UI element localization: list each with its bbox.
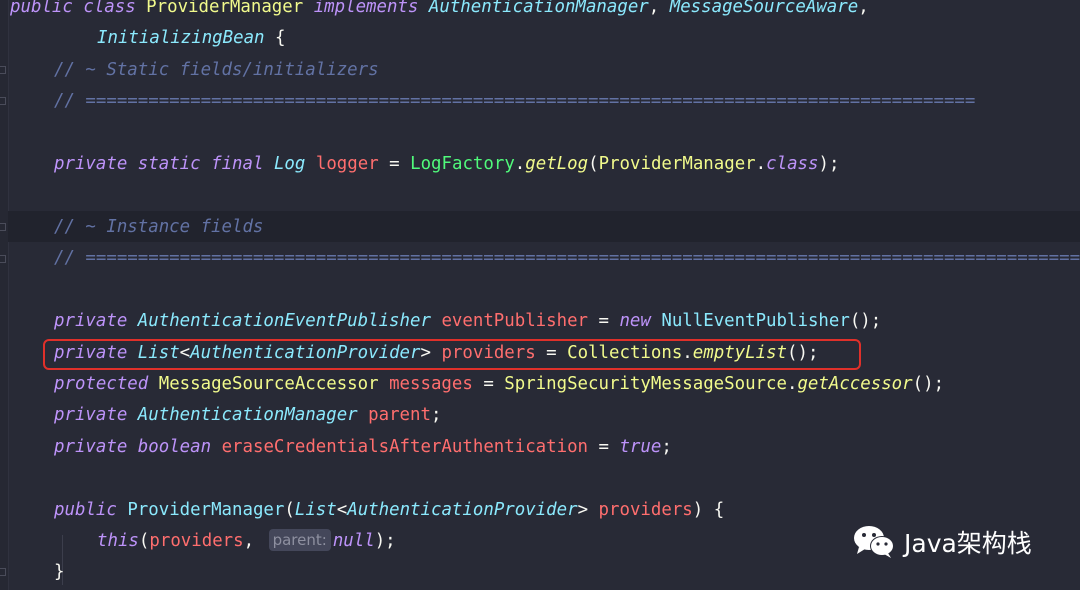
code-line-comment[interactable]: // ~ Static fields/initializers	[54, 55, 379, 86]
operator: =	[378, 154, 411, 174]
field-name: eventPublisher	[441, 311, 589, 331]
field-name: messages	[389, 374, 473, 394]
punctuation: ;	[430, 405, 442, 425]
watermark: Java架构栈	[852, 522, 1032, 562]
operator: =	[472, 374, 505, 394]
punctuation: );	[374, 531, 396, 551]
keyword-private: private	[54, 437, 128, 457]
highlight-box	[43, 339, 861, 370]
parameter-name: providers	[598, 500, 693, 520]
argument: providers	[149, 531, 244, 551]
operator: =	[588, 437, 620, 457]
class-reference: NullEventPublisher	[661, 311, 850, 331]
punctuation: {	[264, 28, 286, 48]
keyword-public: public	[54, 500, 117, 520]
keyword-class: class	[766, 154, 819, 174]
class-reference: ProviderManager	[598, 154, 756, 174]
punctuation: (	[138, 531, 150, 551]
code-line-event-publisher-field[interactable]: private AuthenticationEventPublisher eve…	[54, 306, 881, 337]
class-reference: SpringSecurityMessageSource	[504, 374, 787, 394]
punctuation: >	[577, 500, 589, 520]
code-line-logger-field[interactable]: private static final Log logger = LogFac…	[54, 149, 839, 180]
code-editor[interactable]: public class ProviderManager implements …	[0, 0, 1080, 590]
comment: // =====================================…	[54, 91, 976, 111]
punctuation: ,	[858, 0, 869, 17]
keyword-protected: protected	[54, 374, 149, 394]
code-line-constructor[interactable]: public ProviderManager(List<Authenticati…	[54, 495, 724, 526]
watermark-text: Java架构栈	[904, 529, 1032, 558]
parameter-hint: parent:	[268, 529, 331, 551]
generic-type: AuthenticationProvider	[347, 500, 578, 520]
punctuation: ,	[648, 0, 670, 17]
code-line-erase-credentials-field[interactable]: private boolean eraseCredentialsAfterAut…	[54, 432, 672, 463]
interface-name: MessageSourceAware	[669, 0, 859, 17]
punctuation: ;	[661, 437, 672, 457]
keyword-implements: implements	[313, 0, 419, 17]
punctuation: (	[284, 500, 295, 520]
operator: =	[588, 311, 620, 331]
constructor-name: ProviderManager	[127, 500, 285, 520]
keyword-public: public	[10, 0, 73, 17]
keyword-true: true	[619, 437, 662, 457]
keyword-private: private	[54, 311, 128, 331]
punctuation: );	[818, 154, 840, 174]
keyword-private: private	[54, 154, 128, 174]
punctuation: ,	[243, 531, 255, 551]
keyword-static: static	[137, 154, 201, 174]
fold-marker[interactable]	[0, 97, 6, 105]
punctuation: ) {	[692, 500, 725, 520]
fold-marker[interactable]	[0, 223, 6, 231]
keyword-class: class	[83, 0, 136, 17]
code-line-parent-field[interactable]: private AuthenticationManager parent;	[54, 400, 441, 431]
type-name: List	[294, 500, 337, 520]
punctuation: (	[588, 154, 599, 174]
method-call: getAccessor	[797, 374, 913, 394]
wechat-icon	[852, 524, 896, 560]
field-name: eraseCredentialsAfterAuthentication	[221, 437, 589, 457]
keyword-final: final	[211, 154, 264, 174]
fold-marker[interactable]	[0, 255, 6, 263]
code-line-class-declaration-cont[interactable]: InitializingBean {	[97, 23, 285, 54]
field-name: logger	[315, 154, 379, 174]
interface-name: InitializingBean	[97, 28, 265, 48]
class-name: ProviderManager	[146, 0, 304, 17]
keyword-this: this	[97, 531, 139, 551]
code-line-this-call[interactable]: this(providers, parent: null);	[97, 526, 396, 557]
punctuation: .	[755, 154, 767, 174]
punctuation: <	[336, 500, 348, 520]
code-line-comment-divider[interactable]: // =====================================…	[54, 243, 1080, 274]
punctuation: .	[786, 374, 798, 394]
type-name: Log	[273, 154, 306, 174]
type-name: AuthenticationManager	[137, 405, 358, 425]
code-line-comment-divider[interactable]: // =====================================…	[54, 86, 975, 117]
keyword-null: null	[332, 531, 375, 551]
punctuation: .	[514, 154, 526, 174]
type-name: AuthenticationEventPublisher	[137, 311, 431, 331]
editor-gutter	[0, 0, 9, 590]
class-reference: LogFactory	[410, 154, 515, 174]
punctuation: }	[54, 562, 65, 582]
comment: // =====================================…	[54, 248, 1080, 268]
keyword-new: new	[619, 311, 651, 331]
keyword-private: private	[54, 405, 128, 425]
keyword-boolean: boolean	[137, 437, 212, 457]
comment: // ~ Static fields/initializers	[54, 60, 379, 80]
code-line-closing-brace[interactable]: }	[54, 557, 64, 588]
fold-marker[interactable]	[0, 66, 6, 74]
comment: // ~ Instance fields	[54, 217, 264, 237]
interface-name: AuthenticationManager	[428, 0, 649, 17]
type-name: MessageSourceAccessor	[158, 374, 379, 394]
code-line-messages-field[interactable]: protected MessageSourceAccessor messages…	[54, 369, 944, 400]
punctuation: ();	[912, 374, 945, 394]
punctuation: ();	[849, 311, 882, 331]
method-call: getLog	[525, 154, 589, 174]
field-name: parent	[368, 405, 431, 425]
code-line-comment[interactable]: // ~ Instance fields	[54, 212, 263, 243]
fold-marker[interactable]	[0, 568, 6, 576]
code-line-class-declaration[interactable]: public class ProviderManager implements …	[10, 0, 869, 23]
